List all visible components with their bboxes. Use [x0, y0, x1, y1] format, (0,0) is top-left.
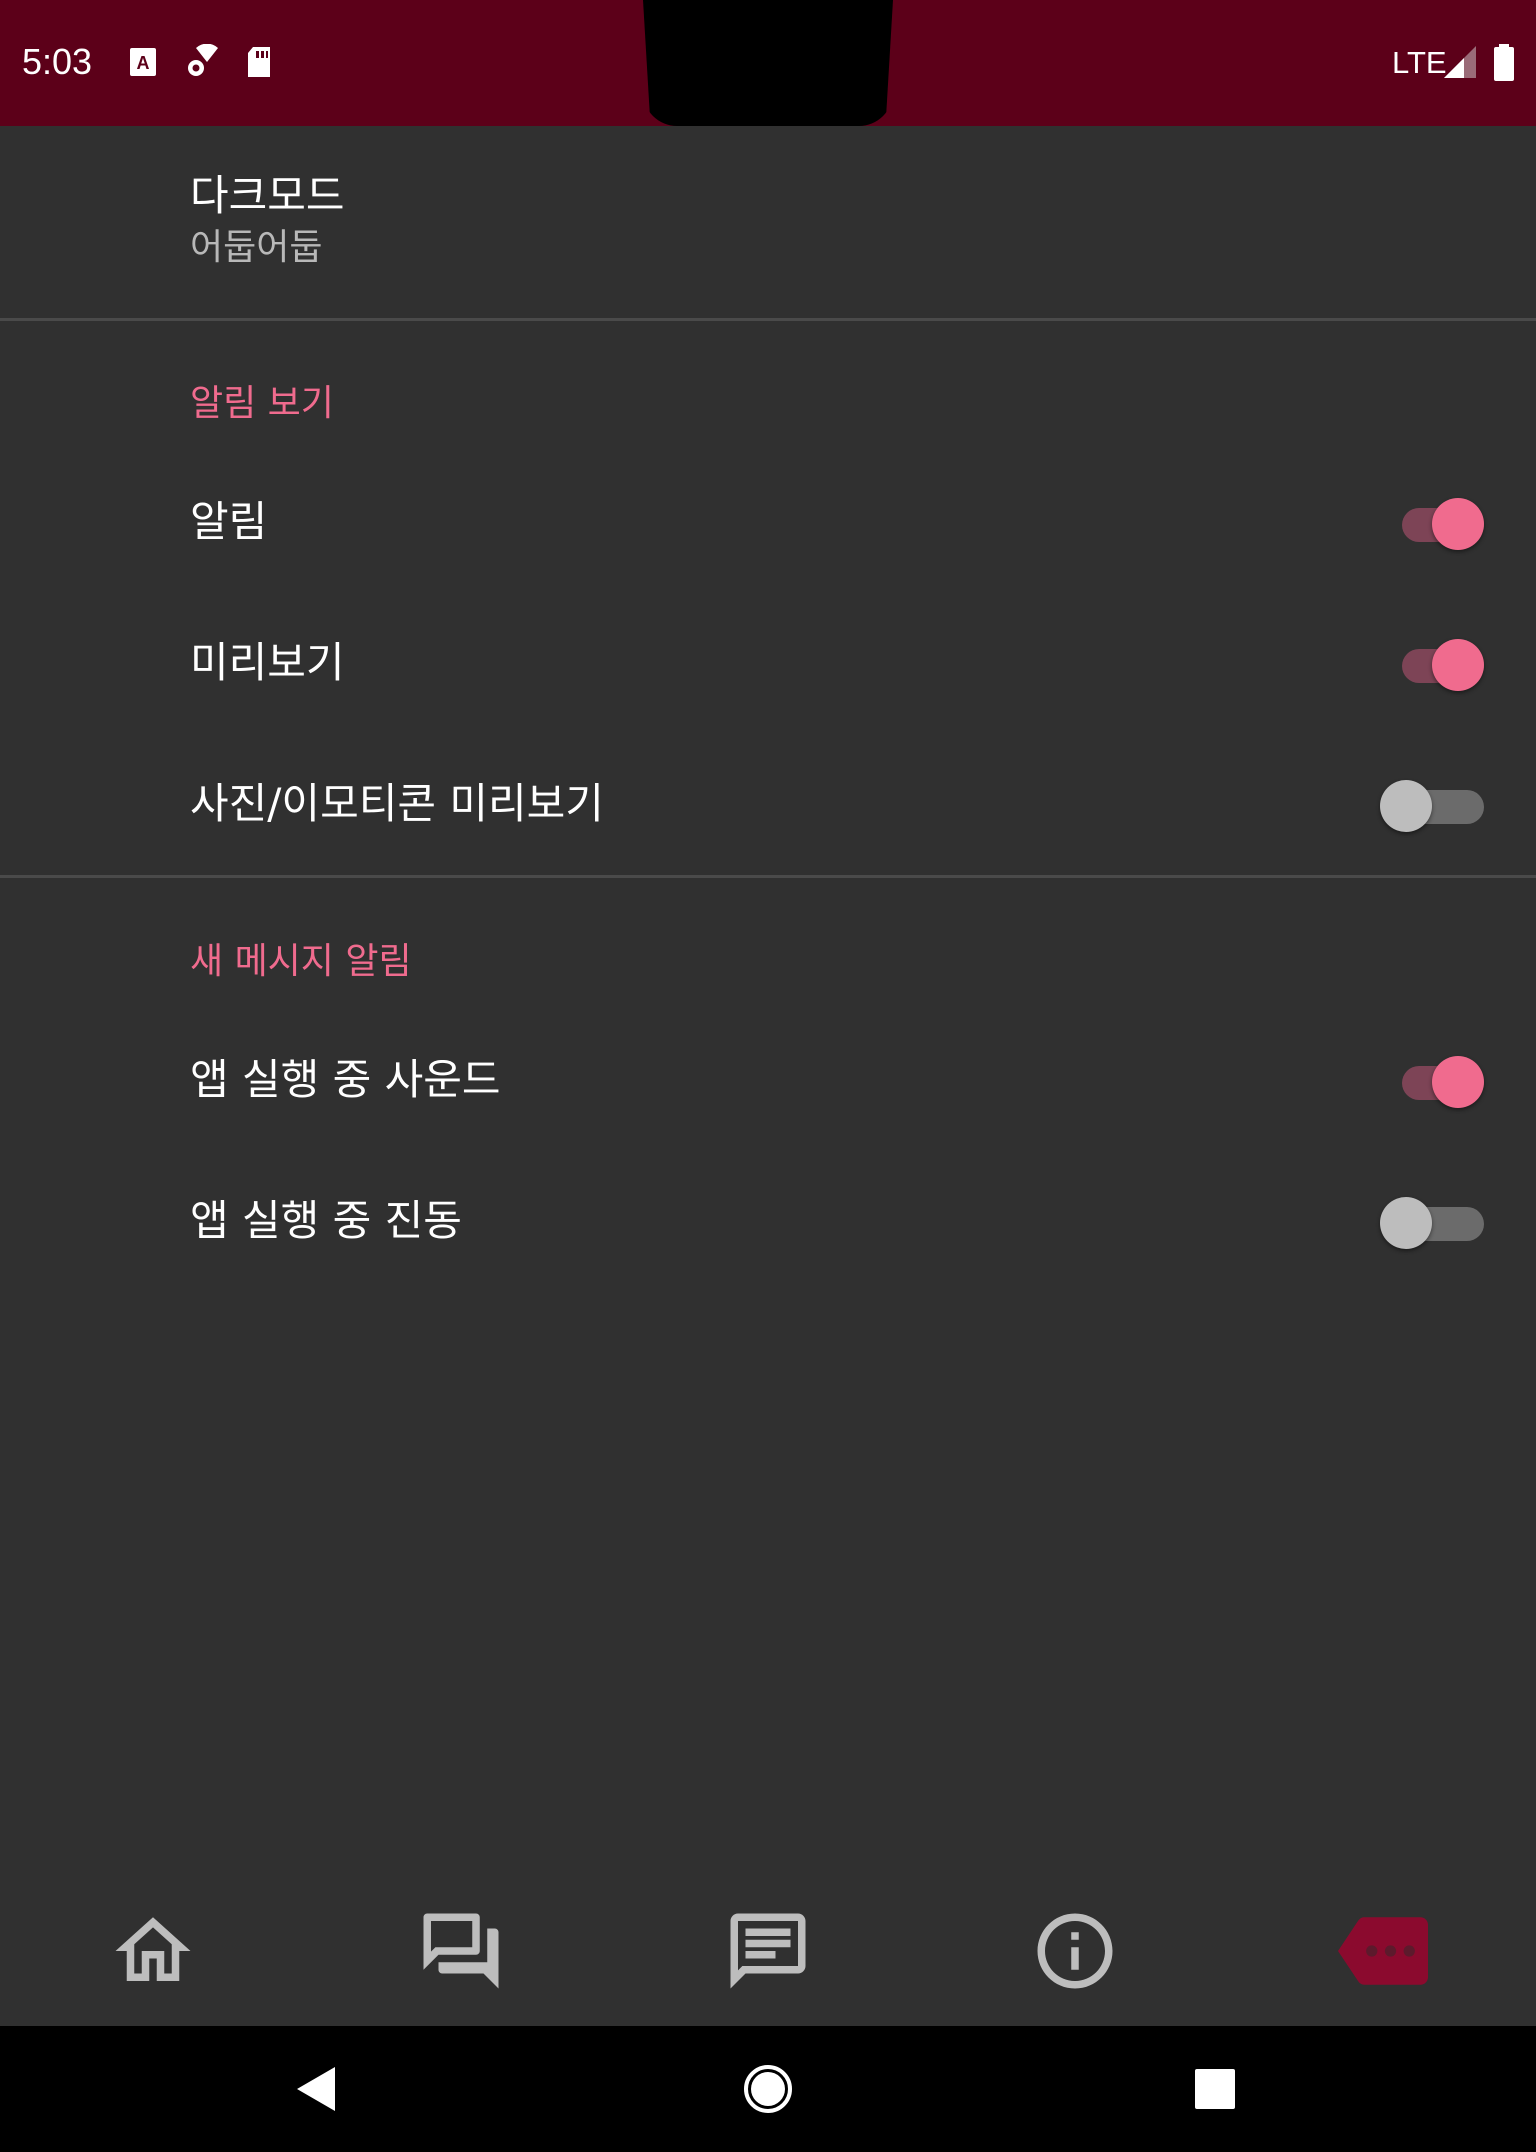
switch-thumb	[1432, 1056, 1484, 1108]
signal-icon	[1442, 44, 1478, 84]
dark-mode-title: 다크모드	[190, 171, 345, 220]
switch-thumb	[1380, 780, 1432, 832]
nav-messages[interactable]	[723, 1906, 813, 1996]
in-app-sound-switch[interactable]	[1378, 1050, 1498, 1110]
pref-label: 미리보기	[190, 638, 345, 687]
more-label-icon	[1338, 1917, 1428, 1985]
divider	[0, 875, 1536, 878]
recents-icon	[1195, 2069, 1235, 2109]
settings-list: 다크모드 어둡어둡 알림 보기 알림 미리보기 사진/이모티콘 미리보기 새 메…	[0, 126, 1536, 2026]
sd-card-icon	[244, 44, 274, 84]
settings-wifi-icon	[182, 43, 220, 84]
home-circle-icon	[744, 2065, 792, 2113]
nav-more[interactable]	[1338, 1906, 1428, 1996]
home-icon	[115, 1917, 191, 1981]
status-bar: 5:03 A LTE	[0, 0, 1536, 126]
photo-emoticon-preview-switch[interactable]	[1378, 774, 1498, 834]
forum-icon	[423, 1913, 499, 1989]
switch-thumb	[1380, 1197, 1432, 1249]
camera-notch	[643, 0, 893, 126]
nav-info[interactable]	[1030, 1906, 1120, 1996]
nav-chat-rooms[interactable]	[416, 1906, 506, 1996]
notification-switch[interactable]	[1378, 492, 1498, 552]
network-type: LTE	[1392, 45, 1447, 80]
category-new-message-notification: 새 메시지 알림	[190, 941, 412, 982]
info-icon	[1037, 1913, 1113, 1989]
bottom-navigation	[0, 1876, 1536, 2026]
system-recents-button[interactable]	[1185, 2059, 1245, 2119]
pref-row-in-app-vibration[interactable]: 앱 실행 중 진동	[0, 1151, 1536, 1291]
system-navigation-bar	[0, 2026, 1536, 2152]
font-a-icon: A	[128, 44, 158, 84]
in-app-vibration-switch[interactable]	[1378, 1191, 1498, 1251]
nav-home[interactable]	[108, 1906, 198, 1996]
switch-thumb	[1432, 498, 1484, 550]
dark-mode-preference[interactable]: 다크모드 어둡어둡	[0, 126, 1536, 319]
svg-text:A: A	[137, 53, 150, 73]
pref-label: 앱 실행 중 진동	[190, 1196, 462, 1245]
pref-label: 알림	[190, 497, 268, 546]
pref-label: 사진/이모티콘 미리보기	[190, 779, 604, 828]
message-icon	[730, 1913, 806, 1989]
battery-icon	[1492, 44, 1516, 86]
system-back-button[interactable]	[287, 2059, 347, 2119]
back-icon	[297, 2067, 335, 2111]
pref-row-notification[interactable]: 알림	[0, 452, 1536, 592]
dark-mode-summary: 어둡어둡	[190, 227, 323, 268]
preview-switch[interactable]	[1378, 633, 1498, 693]
system-home-button[interactable]	[738, 2059, 798, 2119]
divider	[0, 318, 1536, 321]
switch-thumb	[1432, 639, 1484, 691]
pref-row-in-app-sound[interactable]: 앱 실행 중 사운드	[0, 1010, 1536, 1150]
status-time: 5:03	[22, 41, 93, 82]
category-notification-view: 알림 보기	[190, 383, 334, 424]
pref-row-photo-emoticon-preview[interactable]: 사진/이모티콘 미리보기	[0, 734, 1536, 874]
pref-label: 앱 실행 중 사운드	[190, 1055, 501, 1104]
pref-row-preview[interactable]: 미리보기	[0, 593, 1536, 733]
